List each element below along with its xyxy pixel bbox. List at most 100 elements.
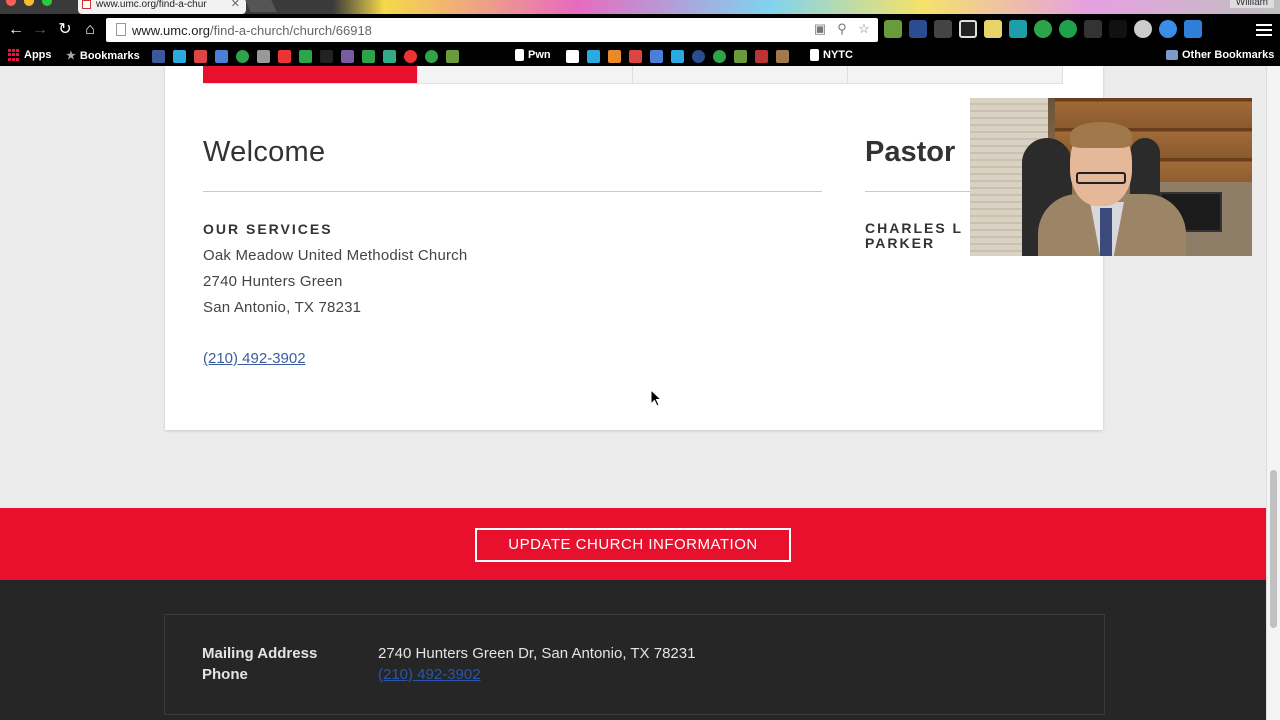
tab-close-icon[interactable]: ✕ xyxy=(231,0,240,10)
gmail-icon[interactable] xyxy=(194,50,207,63)
pastor-heading: Pastor xyxy=(865,136,956,168)
calendar-icon[interactable] xyxy=(215,50,228,63)
search-icon[interactable]: ⚲ xyxy=(834,21,850,37)
tool-icon[interactable] xyxy=(776,50,789,63)
blue-square-icon[interactable] xyxy=(587,50,600,63)
tab-2[interactable] xyxy=(418,66,633,84)
evernote-icon[interactable] xyxy=(362,50,375,63)
drive-icon[interactable] xyxy=(299,50,312,63)
presenter-hair xyxy=(1070,122,1132,148)
grammarly-icon[interactable] xyxy=(1059,20,1077,38)
bookmark-pwn[interactable]: Pwn xyxy=(515,49,551,61)
forward-arrow-icon[interactable]: → xyxy=(30,20,50,40)
extension-pin-icon[interactable] xyxy=(1009,20,1027,38)
facebook-icon[interactable] xyxy=(152,50,165,63)
footer-phone-link[interactable]: (210) 492-3902 xyxy=(378,666,481,683)
minimize-window-icon[interactable] xyxy=(24,0,34,6)
update-church-information-button[interactable]: UPDATE CHURCH INFORMATION xyxy=(475,528,791,562)
back-arrow-icon[interactable]: ← xyxy=(6,20,26,40)
extension-f-icon[interactable] xyxy=(884,20,902,38)
tab-title: www.umc.org/find-a-chur xyxy=(96,0,207,10)
bookmark-icons xyxy=(152,50,459,63)
mailing-address-value: 2740 Hunters Green Dr, San Antonio, TX 7… xyxy=(378,645,696,662)
umc-favicon-icon xyxy=(82,0,91,9)
extensions-row xyxy=(884,20,1202,38)
church-street: 2740 Hunters Green xyxy=(203,273,343,290)
bookmark-icons-2 xyxy=(566,50,789,63)
pocket-icon[interactable] xyxy=(959,20,977,38)
page-icon xyxy=(116,23,126,36)
extension-notes-icon[interactable] xyxy=(984,20,1002,38)
h2-icon[interactable] xyxy=(734,50,747,63)
browser-toolbar: ← → ↻ ⌂ www.umc.org/find-a-church/church… xyxy=(0,14,1280,46)
hat-icon[interactable] xyxy=(320,50,333,63)
address-bar[interactable]: www.umc.org/find-a-church/church/66918 ▣… xyxy=(106,18,878,42)
extension-news-icon[interactable] xyxy=(909,20,927,38)
extension-fingerprint-icon[interactable] xyxy=(1134,20,1152,38)
bike-icon[interactable] xyxy=(629,50,642,63)
extension-tools-icon[interactable] xyxy=(934,20,952,38)
new-tab-button[interactable] xyxy=(245,0,277,12)
update-banner: UPDATE CHURCH INFORMATION xyxy=(0,508,1266,580)
ql-icon[interactable] xyxy=(755,50,768,63)
r-icon[interactable] xyxy=(713,50,726,63)
footer-contact-box: Mailing Address Phone 2740 Hunters Green… xyxy=(164,614,1105,715)
amazon-icon[interactable] xyxy=(566,50,579,63)
scrollbar-thumb[interactable] xyxy=(1270,470,1277,628)
url-text[interactable]: www.umc.org/find-a-church/church/66918 xyxy=(132,23,372,38)
reload-icon[interactable]: ↻ xyxy=(55,20,75,40)
mailing-address-label: Mailing Address xyxy=(202,645,318,662)
tab-4[interactable] xyxy=(848,66,1063,84)
bookmarks-bar: Apps ★ Bookmarks Pwn NYTC Other Bookmark… xyxy=(0,46,1280,66)
chrome-menu-icon[interactable] xyxy=(1256,21,1272,37)
webcam-overlay xyxy=(970,98,1252,256)
h-icon[interactable] xyxy=(446,50,459,63)
bookmark-bookmarks[interactable]: ★ Bookmarks xyxy=(66,49,140,63)
bookmark-apps[interactable]: Apps xyxy=(8,49,52,61)
bookmark-other[interactable]: Other Bookmarks xyxy=(1166,49,1274,61)
download-arrow-icon[interactable] xyxy=(671,50,684,63)
presenter-tie xyxy=(1100,208,1112,256)
m-icon[interactable] xyxy=(692,50,705,63)
church-info-card: Welcome OUR SERVICES Oak Meadow United M… xyxy=(165,66,1103,430)
maximize-window-icon[interactable] xyxy=(42,0,52,6)
services-heading: OUR SERVICES xyxy=(203,221,333,237)
archive-icon[interactable] xyxy=(257,50,270,63)
alert-icon[interactable] xyxy=(425,50,438,63)
home-icon[interactable]: ⌂ xyxy=(80,20,100,40)
graph-icon[interactable] xyxy=(404,50,417,63)
tree-icon[interactable] xyxy=(383,50,396,63)
extension-green-icon[interactable] xyxy=(1034,20,1052,38)
wine-icon[interactable] xyxy=(608,50,621,63)
image-blocked-icon[interactable]: ▣ xyxy=(812,21,828,37)
cast-icon[interactable] xyxy=(1084,20,1102,38)
bookmark-nytc[interactable]: NYTC xyxy=(810,49,853,61)
flag-icon[interactable] xyxy=(650,50,663,63)
window-controls[interactable] xyxy=(6,0,52,6)
extension-hat-icon[interactable] xyxy=(1109,20,1127,38)
presenter-glasses xyxy=(1076,172,1126,184)
footer: Mailing Address Phone 2740 Hunters Green… xyxy=(0,580,1266,720)
twitter-icon[interactable] xyxy=(173,50,186,63)
download-icon[interactable] xyxy=(1184,20,1202,38)
page-icon xyxy=(810,49,819,61)
divider xyxy=(203,191,822,192)
apps-grid-icon xyxy=(8,49,20,61)
church-phone-link[interactable]: (210) 492-3902 xyxy=(203,350,306,367)
browser-tab-active[interactable]: www.umc.org/find-a-chur ✕ xyxy=(78,0,246,14)
folder-icon xyxy=(1166,50,1178,60)
c-icon[interactable] xyxy=(341,50,354,63)
profile-button[interactable]: William xyxy=(1229,0,1274,8)
page-icon xyxy=(515,49,524,61)
tab-welcome[interactable] xyxy=(203,66,418,84)
phone-label: Phone xyxy=(202,666,248,683)
close-window-icon[interactable] xyxy=(6,0,16,6)
extension-chat-icon[interactable] xyxy=(1159,20,1177,38)
bookmark-red-icon[interactable] xyxy=(278,50,291,63)
church-city: San Antonio, TX 78231 xyxy=(203,299,362,316)
feedly-icon[interactable] xyxy=(236,50,249,63)
page-scrollbar[interactable] xyxy=(1266,66,1280,720)
bookmark-star-icon[interactable]: ☆ xyxy=(856,21,872,37)
tab-3[interactable] xyxy=(633,66,848,84)
star-icon: ★ xyxy=(66,50,76,62)
